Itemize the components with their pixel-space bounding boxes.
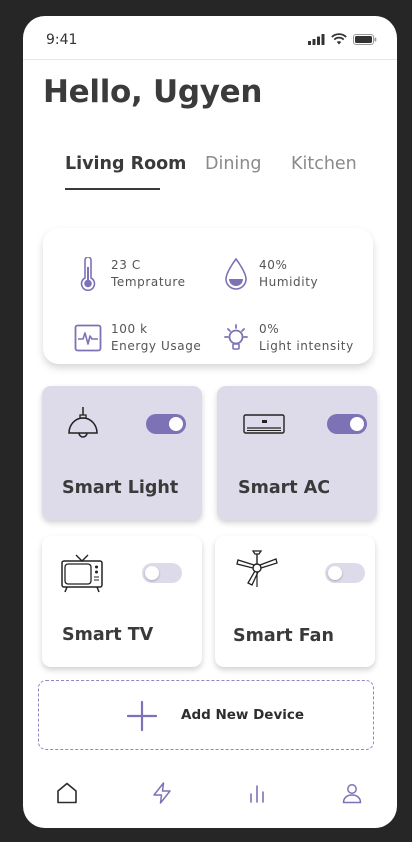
greeting-title: Hello, Ugyen [43, 74, 263, 110]
stat-energy: 100 k Energy Usage [73, 321, 201, 355]
thermometer-icon [73, 257, 103, 291]
device-card-smart-ac[interactable]: Smart AC [217, 386, 377, 520]
device-card-smart-light[interactable]: Smart Light [42, 386, 202, 520]
device-name: Smart Light [62, 478, 179, 498]
device-name: Smart TV [62, 625, 154, 645]
status-time: 9:41 [46, 32, 78, 48]
stat-energy-value: 100 k [111, 322, 148, 336]
device-name: Smart AC [238, 478, 331, 498]
stat-light-value: 0% [259, 322, 280, 336]
add-new-device-label: Add New Device [181, 707, 305, 723]
stat-energy-label: Energy Usage [111, 339, 202, 353]
active-tab-indicator [65, 188, 160, 190]
nav-energy[interactable] [149, 780, 175, 806]
stat-humidity: 40% Humidity [221, 257, 318, 291]
smart-tv-toggle[interactable] [142, 563, 182, 583]
bar-chart-icon [250, 785, 264, 803]
stat-temperature-label: Temprature [111, 275, 186, 289]
room-stats-card: 23 C Temprature 40% Humidity 100 k Energ… [43, 228, 373, 364]
pendant-lamp-icon [68, 407, 98, 438]
device-card-smart-fan[interactable]: Smart Fan [215, 536, 375, 667]
nav-profile[interactable] [339, 780, 365, 806]
smart-light-toggle[interactable] [146, 414, 186, 434]
air-conditioner-icon [243, 414, 285, 434]
user-icon [342, 784, 362, 804]
stat-light: 0% Light intensity [221, 321, 354, 355]
add-new-device-button[interactable]: Add New Device [38, 680, 374, 750]
nav-stats[interactable] [244, 780, 270, 806]
energy-pulse-icon [73, 321, 103, 355]
water-drop-icon [221, 257, 251, 291]
tab-kitchen[interactable]: Kitchen [291, 154, 357, 174]
smart-ac-toggle[interactable] [327, 414, 367, 434]
bottom-navigation [23, 776, 397, 816]
home-icon [57, 782, 77, 804]
signal-icon [308, 33, 325, 45]
smart-fan-toggle[interactable] [325, 563, 365, 583]
status-icons [308, 33, 377, 45]
stat-humidity-label: Humidity [259, 275, 319, 289]
tab-living-room[interactable]: Living Room [65, 154, 186, 174]
device-name: Smart Fan [233, 626, 334, 646]
status-bar: 9:41 [23, 16, 397, 60]
wifi-icon [331, 33, 347, 45]
room-tabs: Living Room Dining Kitchen [23, 154, 397, 194]
nav-home[interactable] [54, 780, 80, 806]
stat-temperature: 23 C Temprature [73, 257, 186, 291]
lightbulb-icon [221, 321, 251, 355]
battery-icon [353, 33, 377, 45]
tab-dining[interactable]: Dining [205, 154, 262, 174]
tv-icon [61, 554, 103, 593]
ceiling-fan-icon [236, 550, 278, 587]
lightning-icon [153, 782, 171, 804]
plus-icon [127, 701, 157, 731]
phone-screen: 9:41 Hello, Ugyen Living Room Dining Kit… [23, 16, 397, 828]
stat-temperature-value: 23 C [111, 258, 141, 272]
stat-humidity-value: 40% [259, 258, 288, 272]
device-card-smart-tv[interactable]: Smart TV [42, 536, 202, 667]
stat-light-label: Light intensity [259, 339, 354, 353]
